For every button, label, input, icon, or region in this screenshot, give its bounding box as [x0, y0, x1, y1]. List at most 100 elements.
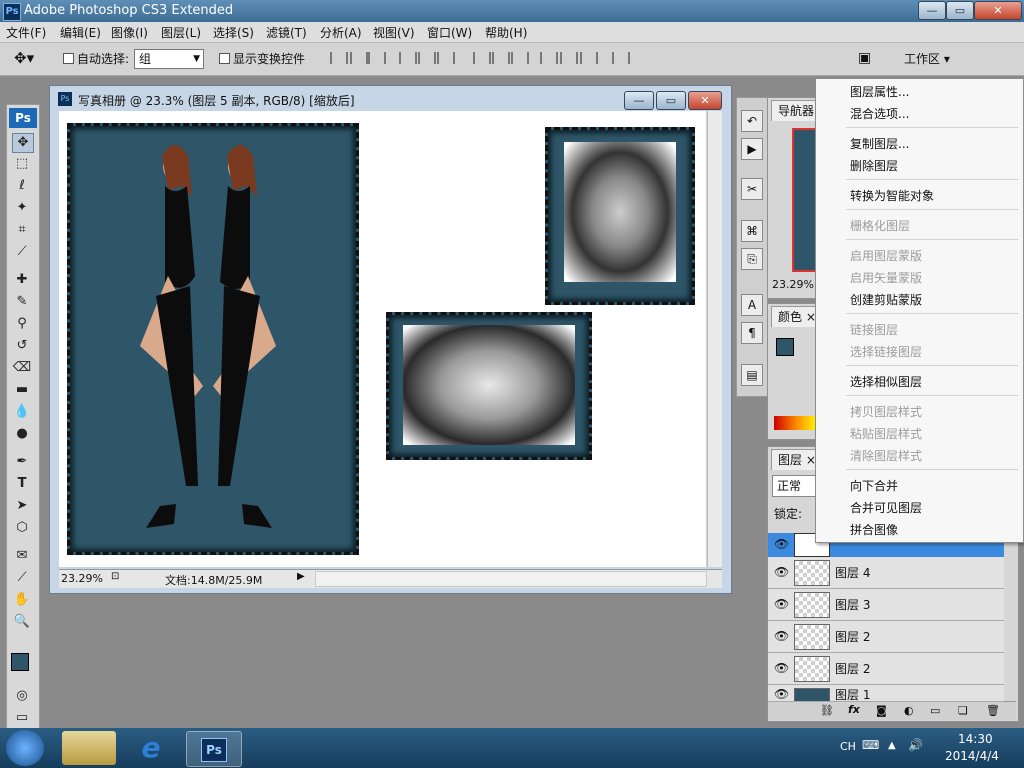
move-tool-icon[interactable]: ✥▾ — [14, 49, 34, 67]
clock-date[interactable]: 2014/4/4 — [945, 749, 999, 763]
menu-item-layer-properties[interactable]: 图层属性... — [850, 83, 909, 100]
eyedropper-tool-icon[interactable]: ⟋ — [12, 569, 32, 587]
navigator-zoom[interactable]: 23.29% — [772, 278, 814, 291]
clock-time[interactable]: 14:30 — [958, 732, 993, 746]
eye-icon[interactable]: 👁 — [774, 565, 789, 579]
shape-tool-icon[interactable]: ⬡ — [12, 519, 32, 537]
foreground-color-swatch[interactable] — [11, 653, 29, 671]
zoom-tool-icon[interactable]: 🔍 — [12, 613, 32, 631]
language-indicator[interactable]: CH — [840, 740, 856, 753]
close-button[interactable]: ✕ — [974, 1, 1022, 20]
auto-select-dropdown[interactable]: 组 ▼ — [134, 49, 204, 69]
lasso-tool-icon[interactable]: ℓ — [12, 177, 32, 195]
screen-mode-icon[interactable]: ▭ — [12, 709, 32, 727]
color-spectrum[interactable] — [774, 416, 818, 430]
show-hidden-icons[interactable]: ▲ — [888, 740, 896, 751]
distribute-top-icon[interactable] — [473, 52, 491, 64]
new-layer-icon[interactable]: ❏ — [958, 704, 968, 717]
status-arrow-icon[interactable]: ▶ — [297, 571, 305, 582]
character-panel-icon[interactable]: A — [741, 294, 763, 316]
doc-minimize-button[interactable]: — — [624, 91, 654, 110]
doc-restore-button[interactable]: ▭ — [656, 91, 686, 110]
menu-view[interactable]: 视图(V) — [373, 24, 415, 41]
type-tool-icon[interactable]: T — [12, 475, 32, 493]
tool-presets-icon[interactable]: ✂ — [741, 178, 763, 200]
workspace-button[interactable]: 工作区 ▾ — [904, 50, 950, 67]
hand-tool-icon[interactable]: ✋ — [12, 591, 32, 609]
distribute-hcenter-icon[interactable] — [560, 52, 578, 64]
brush-tool-icon[interactable]: ✎ — [12, 293, 32, 311]
menu-item-flatten-image[interactable]: 拼合图像 — [850, 521, 898, 538]
brushes-panel-icon[interactable]: ⌘ — [741, 220, 763, 242]
menu-item-blending-options[interactable]: 混合选项... — [850, 105, 909, 122]
menu-item-duplicate-layer[interactable]: 复制图层... — [850, 135, 909, 152]
align-hcenter-icon[interactable] — [418, 52, 436, 64]
layer-row[interactable]: 👁 图层 3 — [768, 589, 1004, 621]
actions-panel-icon[interactable]: ▶ — [741, 138, 763, 160]
align-bottom-icon[interactable] — [368, 52, 386, 64]
info-panel-icon[interactable]: ▤ — [741, 364, 763, 386]
pen-tool-icon[interactable]: ✒ — [12, 453, 32, 471]
eye-icon[interactable]: 👁 — [774, 537, 789, 551]
menu-item-merge-down[interactable]: 向下合并 — [850, 477, 898, 494]
crop-tool-icon[interactable]: ⌗ — [12, 221, 32, 239]
slice-tool-icon[interactable]: ⟋ — [12, 243, 32, 261]
layer-mask-icon[interactable]: ◙ — [876, 704, 887, 717]
history-brush-icon[interactable]: ↺ — [12, 337, 32, 355]
distribute-left-icon[interactable] — [540, 52, 558, 64]
menu-item-create-clipping-mask[interactable]: 创建剪贴蒙版 — [850, 291, 922, 308]
dodge-tool-icon[interactable]: ● — [12, 425, 32, 443]
quick-mask-icon[interactable]: ◎ — [12, 687, 32, 705]
menu-help[interactable]: 帮助(H) — [485, 24, 527, 41]
menu-item-delete-layer[interactable]: 删除图层 — [850, 157, 898, 174]
eye-icon[interactable]: 👁 — [774, 597, 789, 611]
notes-tool-icon[interactable]: ✉ — [12, 547, 32, 565]
blur-tool-icon[interactable]: 💧 — [12, 403, 32, 421]
trash-icon[interactable]: 🗑 — [986, 704, 1000, 717]
start-button[interactable] — [6, 730, 44, 766]
align-right-icon[interactable] — [437, 52, 455, 64]
document-vertical-scrollbar[interactable] — [707, 111, 722, 567]
menu-edit[interactable]: 编辑(E) — [60, 24, 101, 41]
menu-item-convert-smart-object[interactable]: 转换为智能对象 — [850, 187, 934, 204]
show-transform-checkbox[interactable] — [219, 51, 230, 65]
eraser-tool-icon[interactable]: ⌫ — [12, 359, 32, 377]
layer-style-icon[interactable]: fx — [848, 703, 860, 716]
auto-align-icon[interactable] — [612, 52, 630, 64]
distribute-bottom-icon[interactable] — [511, 52, 529, 64]
align-vcenter-icon[interactable] — [350, 52, 368, 64]
paragraph-panel-icon[interactable]: ¶ — [741, 322, 763, 344]
menu-file[interactable]: 文件(F) — [6, 24, 46, 41]
distribute-vcenter-icon[interactable] — [492, 52, 510, 64]
distribute-right-icon[interactable] — [580, 52, 598, 64]
document-horizontal-scrollbar[interactable] — [315, 571, 707, 587]
healing-brush-icon[interactable]: ✚ — [12, 271, 32, 289]
menu-select[interactable]: 选择(S) — [213, 24, 254, 41]
menu-layer[interactable]: 图层(L) — [161, 24, 201, 41]
eye-icon[interactable]: 👁 — [774, 629, 789, 643]
keyboard-icon[interactable]: ⌨ — [862, 738, 879, 752]
color-foreground-swatch[interactable] — [776, 338, 794, 356]
volume-icon[interactable]: 🔊 — [908, 738, 923, 752]
new-group-icon[interactable]: ▭ — [930, 704, 940, 717]
move-tool-icon[interactable]: ✥ — [12, 133, 34, 153]
marquee-tool-icon[interactable]: ⬚ — [12, 155, 32, 173]
eye-icon[interactable]: 👁 — [774, 687, 789, 701]
align-left-icon[interactable] — [399, 52, 417, 64]
layer-row[interactable]: 👁 图层 1 — [768, 685, 1004, 702]
menu-filter[interactable]: 滤镜(T) — [266, 24, 307, 41]
gradient-tool-icon[interactable]: ▬ — [12, 381, 32, 399]
layer-row[interactable]: 👁 图层 4 — [768, 557, 1004, 589]
tab-navigator[interactable]: 导航器 — [771, 100, 822, 121]
menu-window[interactable]: 窗口(W) — [427, 24, 472, 41]
zoom-level[interactable]: 23.29% — [61, 572, 103, 585]
doc-close-button[interactable]: ✕ — [688, 91, 722, 110]
minimize-button[interactable]: — — [918, 1, 946, 20]
menu-item-select-similar-layers[interactable]: 选择相似图层 — [850, 373, 922, 390]
eye-icon[interactable]: 👁 — [774, 661, 789, 675]
layer-row[interactable]: 👁 图层 2 — [768, 653, 1004, 685]
status-options-icon[interactable]: ⊡ — [111, 571, 119, 582]
adjustment-layer-icon[interactable]: ◐ — [904, 704, 914, 717]
restore-button[interactable]: ▭ — [946, 1, 974, 20]
layer-row[interactable]: 👁 图层 2 — [768, 621, 1004, 653]
